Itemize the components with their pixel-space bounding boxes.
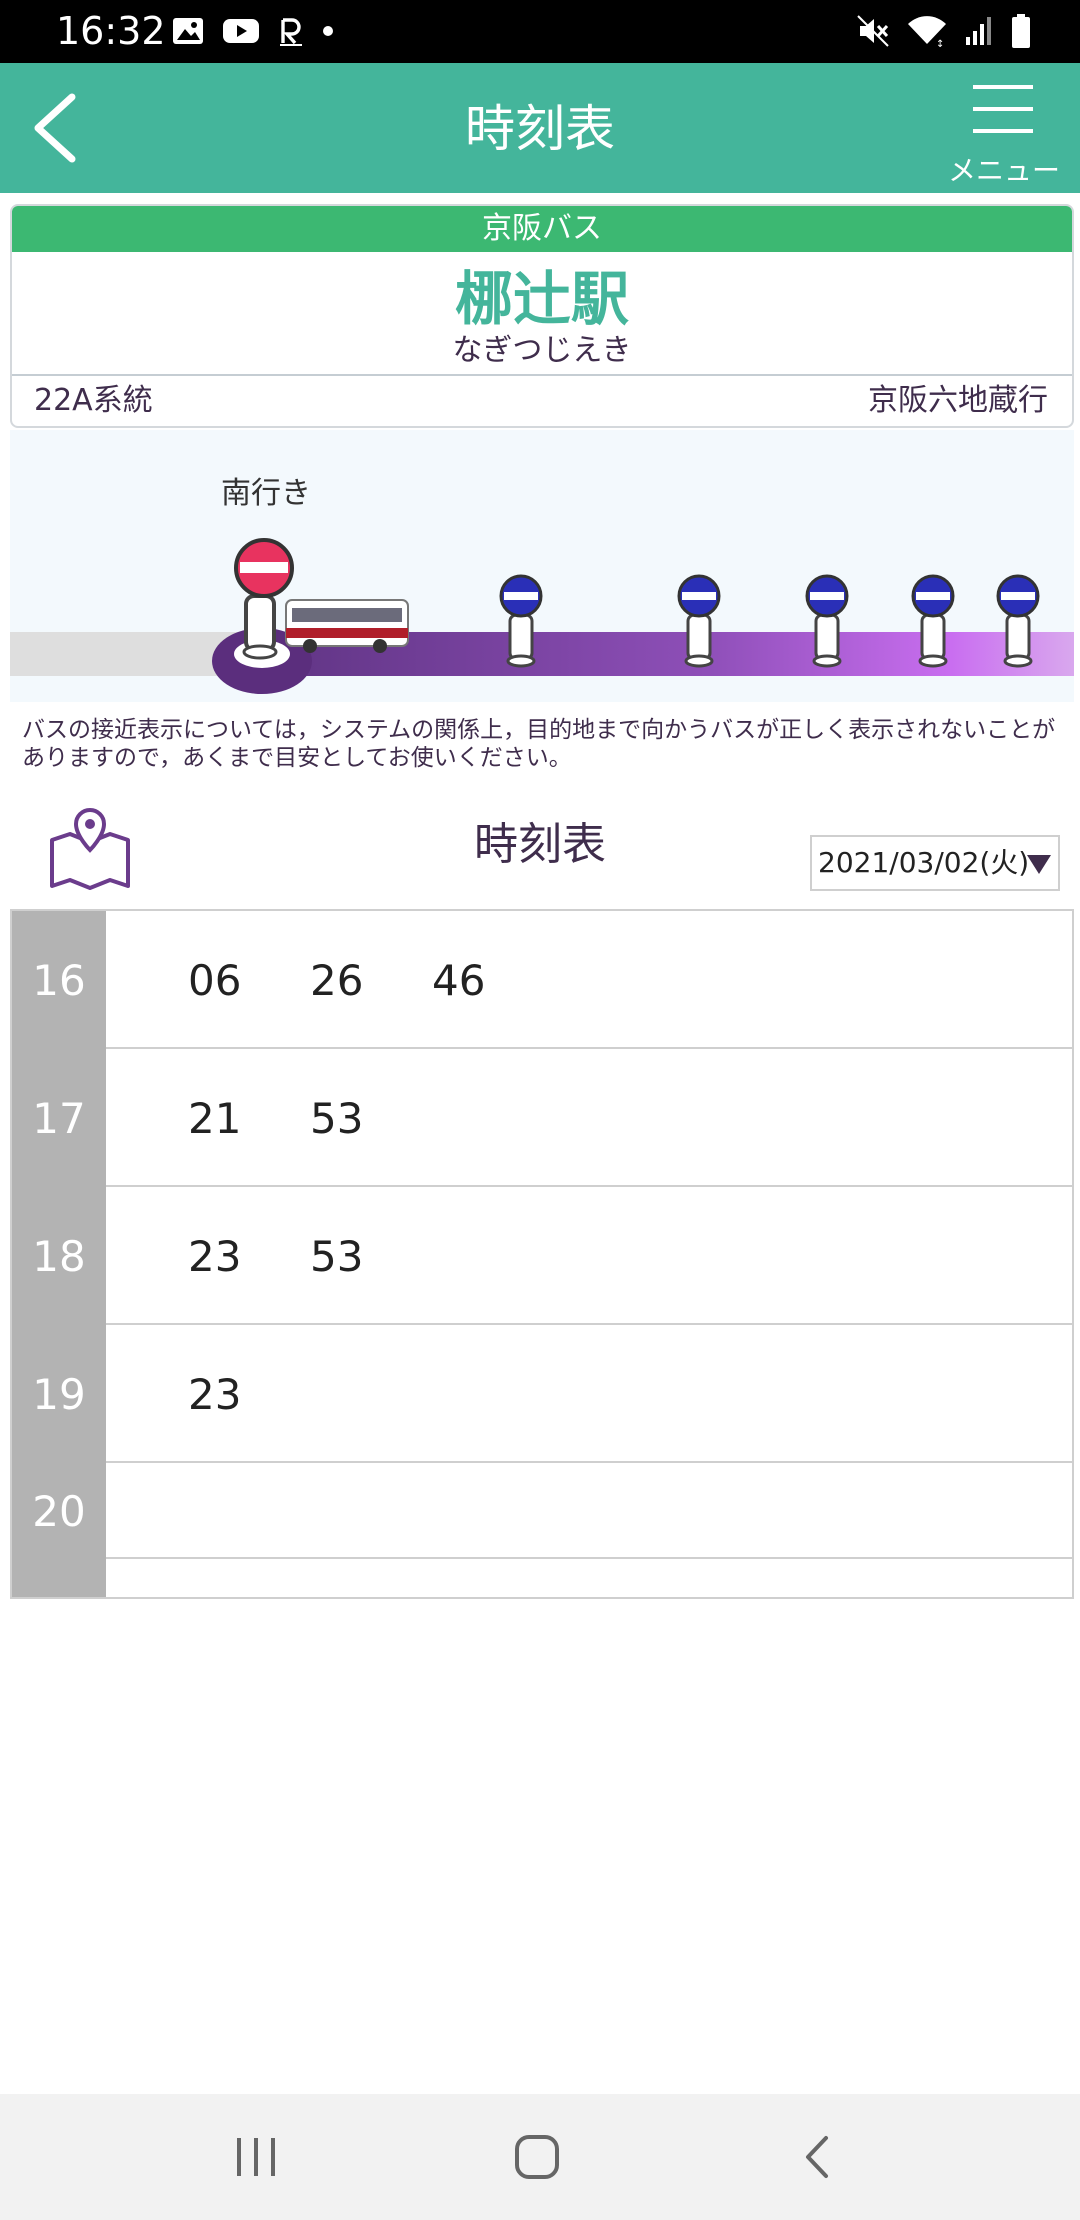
dot-icon [323,26,333,36]
hour-cell: 16 [12,911,106,1049]
timetable-row: 16 06 26 46 [12,911,1072,1049]
home-icon[interactable] [502,2124,572,2190]
youtube-icon [223,19,259,43]
gallery-icon [173,18,203,44]
status-notifications [172,14,334,48]
minute-cell: 53 [310,1093,364,1143]
route-number: 22A系統 [34,383,153,418]
route-diagram [10,538,1074,694]
hour-cell: 19 [12,1325,106,1463]
minutes-list: 06 26 46 [188,911,554,1049]
route-map: 南行き [10,430,1074,702]
status-time: 16:32 [56,9,166,53]
stop-card: 京阪バス 梛辻駅 なぎつじえき 22A系統 京阪六地蔵行 [10,204,1074,428]
minute-cell: 21 [188,1093,242,1143]
route-info-row: 22A系統 京阪六地蔵行 [12,374,1072,426]
minutes-list: 21 53 [188,1049,432,1187]
rakuten-icon [280,18,302,46]
approach-notice: バスの接近表示については，システムの関係上，目的地まで向かうバスが正しく表示され… [22,717,1056,771]
hour-cell: 20 [12,1463,106,1559]
date-value: 2021/03/02(火) [818,846,1030,879]
minute-cell: 53 [310,1231,364,1281]
timetable-row: 18 23 53 [12,1187,1072,1325]
timetable-row: 20 [12,1463,1072,1559]
route-destination: 京阪六地蔵行 [868,383,1048,418]
app-header: 時刻表 メニュー [0,63,1080,193]
timetable-row-filler [12,1559,1072,1597]
timetable-row: 17 21 53 [12,1049,1072,1187]
status-bar: 16:32 ↕ [0,0,1080,63]
system-nav-bar [0,2094,1080,2220]
stop-kana: なぎつじえき [452,333,632,368]
status-system-icons: ↕ [856,12,1032,50]
page-title: 時刻表 [465,100,615,158]
hour-cell-filler [12,1559,106,1597]
date-select[interactable]: 2021/03/02(火) [810,835,1060,891]
triangle-down-icon [1027,855,1051,874]
battery-icon [1012,14,1030,48]
minute-cell: 06 [188,955,242,1005]
menu-label: メニュー [947,154,1060,187]
minute-cell: 46 [432,955,486,1005]
direction-label: 南行き [221,476,311,511]
minutes-list: 23 53 [188,1187,432,1325]
minute-cell: 26 [310,955,364,1005]
hamburger-icon [973,85,1033,133]
bus-icon [285,599,409,653]
operator-name: 京阪バス [12,206,1072,252]
stop-name: 梛辻駅 [454,265,629,333]
timetable-grid: 16 06 26 46 17 21 53 18 23 53 19 23 20 [10,909,1074,1599]
hour-cell: 18 [12,1187,106,1325]
wifi-icon: ↕ [908,16,946,48]
menu-button[interactable]: メニュー [944,75,1064,187]
svg-text:↕: ↕ [936,39,944,48]
minutes-list: 23 [188,1325,310,1463]
recent-apps-icon[interactable] [221,2124,291,2190]
timetable-row: 19 23 [12,1325,1072,1463]
minute-cell: 23 [188,1231,242,1281]
mute-icon [857,15,889,47]
minute-cell: 23 [188,1369,242,1419]
hour-cell: 17 [12,1049,106,1187]
signal-icon [966,17,991,45]
back-nav-icon[interactable] [782,2124,852,2190]
